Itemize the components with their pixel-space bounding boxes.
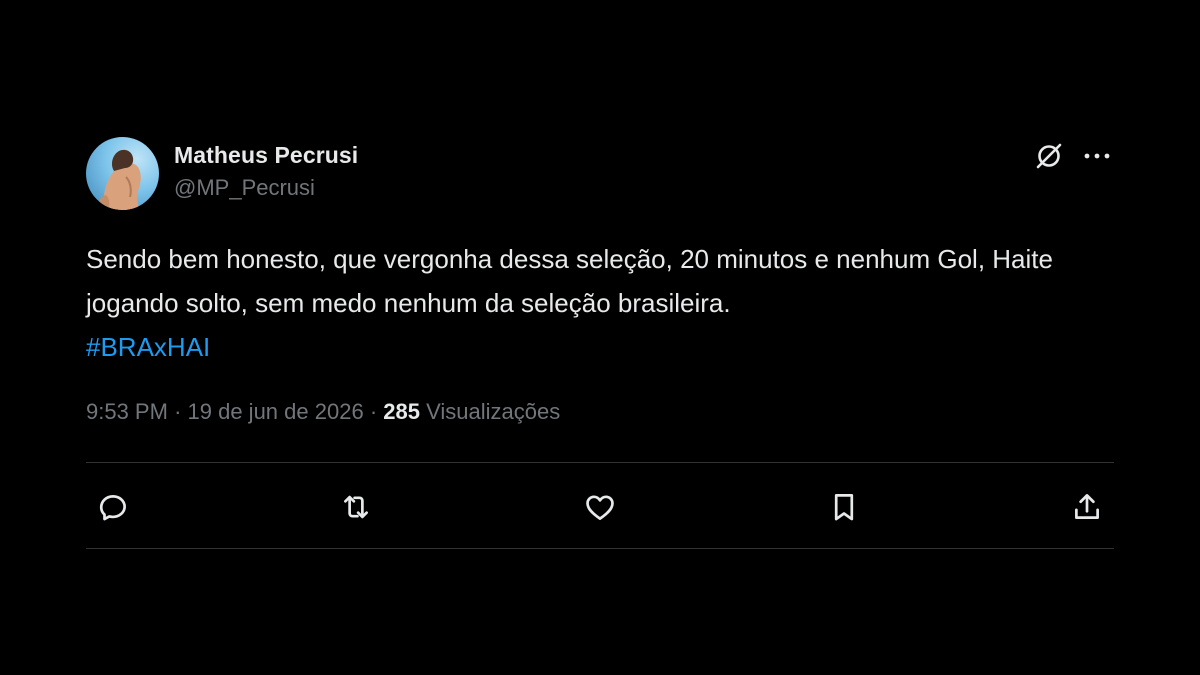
divider-bottom <box>86 548 1114 549</box>
reply-icon <box>99 495 126 521</box>
more-button[interactable] <box>1080 139 1114 173</box>
author-handle[interactable]: @MP_Pecrusi <box>174 173 358 203</box>
grok-button[interactable] <box>1032 139 1066 173</box>
tweet-meta: 9:53 PM · 19 de jun de 2026 · 285 Visual… <box>86 397 560 427</box>
author-display-name[interactable]: Matheus Pecrusi <box>174 141 358 169</box>
tweet-header: Matheus Pecrusi @MP_Pecrusi <box>86 137 1114 211</box>
bookmark-icon <box>834 494 854 521</box>
avatar-image <box>97 149 141 210</box>
author-names: Matheus Pecrusi @MP_Pecrusi <box>174 141 358 203</box>
tweet-text: Sendo bem honesto, que vergonha dessa se… <box>86 237 1126 369</box>
tweet-date[interactable]: 19 de jun de 2026 <box>188 399 364 424</box>
meta-separator: · <box>174 399 182 424</box>
share-button[interactable] <box>1065 485 1109 529</box>
bookmark-button[interactable] <box>822 485 866 529</box>
share-icon <box>1075 494 1099 519</box>
tweet-text-main: Sendo bem honesto, que vergonha dessa se… <box>86 244 1053 318</box>
more-icon <box>1084 153 1110 159</box>
retweet-button[interactable] <box>334 485 378 529</box>
avatar[interactable] <box>86 137 159 210</box>
tweet-card: Matheus Pecrusi @MP_Pecrusi Sendo bem ho… <box>86 137 1114 549</box>
like-button[interactable] <box>578 485 622 529</box>
divider-top <box>86 462 1114 463</box>
tweet-time[interactable]: 9:53 PM <box>86 399 168 424</box>
like-icon <box>586 495 614 520</box>
grok-icon <box>1036 143 1062 169</box>
views-label: Visualizações <box>426 399 561 424</box>
retweet-icon <box>344 495 368 519</box>
action-bar <box>86 485 1114 529</box>
reply-button[interactable] <box>91 485 135 529</box>
hashtag-link[interactable]: #BRAxHAI <box>86 332 210 362</box>
views-count: 285 <box>383 399 420 424</box>
meta-separator: · <box>369 399 378 424</box>
